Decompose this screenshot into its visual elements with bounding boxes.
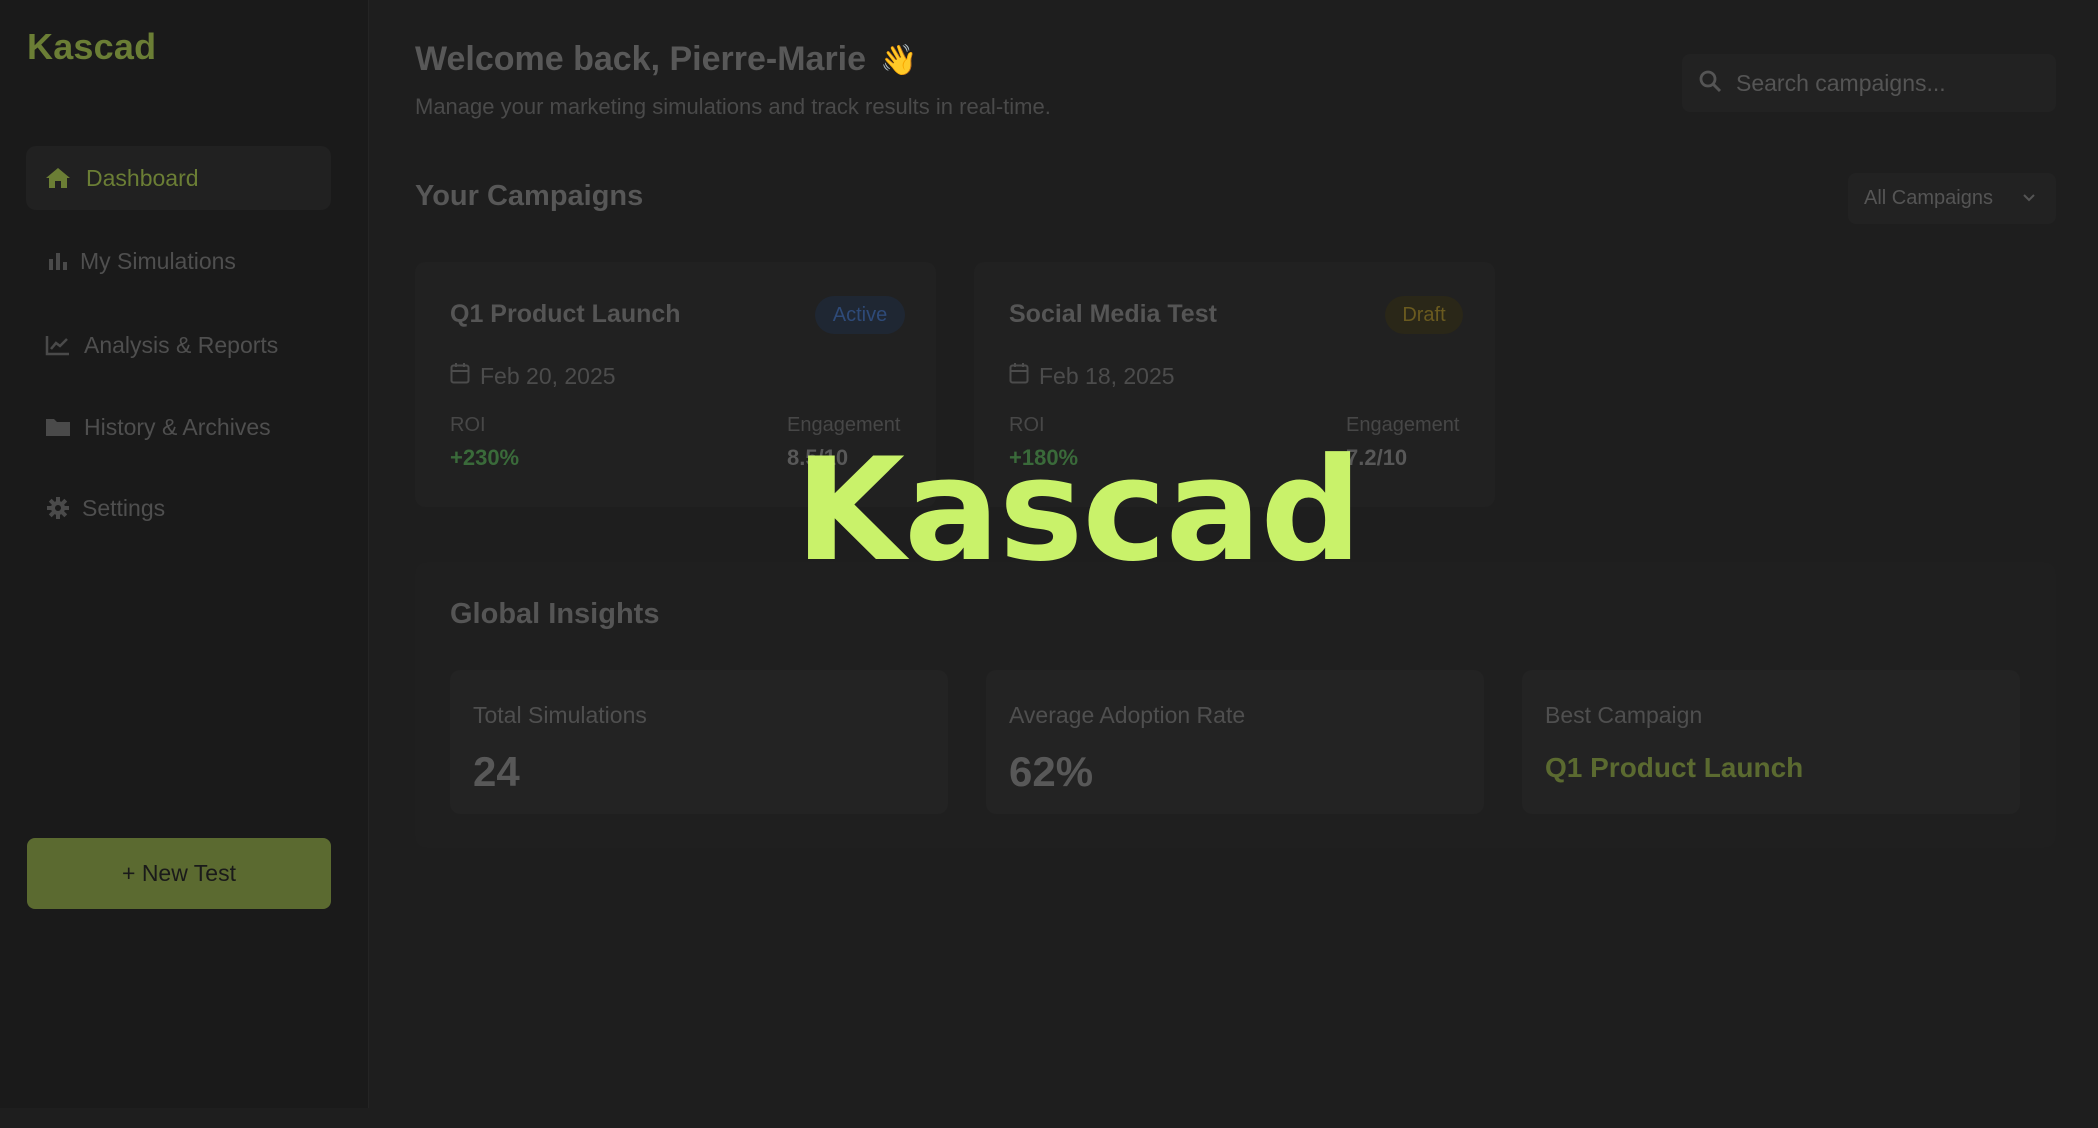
best-campaign-link[interactable]: Q1 Product Launch: [1545, 752, 1803, 784]
sidebar-item-analysis-reports[interactable]: Analysis & Reports: [26, 313, 331, 377]
waving-hand-icon: 👋: [880, 44, 918, 77]
stat-value: 62%: [1009, 748, 1094, 795]
app-root: Kascad Dashboard My Simulations Analysis…: [0, 0, 2098, 1128]
campaign-date-text: Feb 18, 2025: [1039, 362, 1175, 389]
stat-label: Total Simulations: [473, 702, 647, 728]
sidebar-item-label: Dashboard: [86, 164, 199, 191]
gear-icon: [44, 494, 72, 522]
filter-label: All Campaigns: [1864, 187, 1993, 209]
campaign-date: Feb 18, 2025: [1009, 362, 1175, 390]
search-icon: [1698, 69, 1722, 98]
stat-card-best-campaign[interactable]: Best Campaign Q1 Product Launch: [1522, 670, 2020, 814]
campaign-title: Social Media Test: [1009, 300, 1217, 328]
insights-title: Global Insights: [450, 598, 660, 630]
new-test-button[interactable]: + New Test: [27, 838, 331, 909]
welcome-text: Welcome back, Pierre-Marie: [415, 40, 867, 78]
sidebar-item-my-simulations[interactable]: My Simulations: [26, 229, 331, 293]
line-chart-icon: [44, 331, 72, 359]
campaign-title: Q1 Product Launch: [450, 300, 681, 328]
status-badge: Active: [815, 296, 905, 334]
campaign-filter-select[interactable]: All Campaigns: [1848, 173, 2056, 224]
sidebar-item-label: My Simulations: [80, 247, 236, 274]
stat-card-adoption-rate: Average Adoption Rate 62%: [986, 670, 1484, 814]
sidebar-item-settings[interactable]: Settings: [26, 476, 331, 540]
app-logo[interactable]: Kascad: [27, 26, 156, 68]
sidebar: Kascad Dashboard My Simulations Analysis…: [0, 0, 369, 1108]
page-title: Welcome back, Pierre-Marie 👋: [415, 40, 917, 79]
sidebar-item-label: Analysis & Reports: [84, 331, 279, 358]
sidebar-item-label: History & Archives: [84, 413, 271, 440]
calendar-icon: [450, 362, 470, 390]
stat-value: 24: [473, 748, 520, 795]
calendar-icon: [1009, 362, 1029, 390]
global-insights-panel: Global Insights Total Simulations 24 Ave…: [415, 562, 2056, 848]
brand-splash-logo: Kascad: [795, 428, 1362, 593]
stat-label: Best Campaign: [1545, 702, 1703, 728]
engagement-label: Engagement: [1346, 414, 1460, 436]
home-icon: [44, 164, 72, 192]
stat-label: Average Adoption Rate: [1009, 702, 1246, 728]
search-input[interactable]: [1736, 69, 2036, 97]
roi-label: ROI: [450, 414, 486, 436]
chevron-down-icon: [2022, 190, 2036, 208]
sidebar-item-dashboard[interactable]: Dashboard: [26, 146, 331, 210]
campaign-date: Feb 20, 2025: [450, 362, 616, 390]
campaigns-title: Your Campaigns: [415, 180, 644, 212]
page-subtitle: Manage your marketing simulations and tr…: [415, 94, 1051, 119]
sidebar-item-label: Settings: [82, 494, 166, 521]
status-badge: Draft: [1385, 296, 1463, 334]
stat-card-total-simulations: Total Simulations 24: [450, 670, 948, 814]
campaign-date-text: Feb 20, 2025: [480, 362, 616, 389]
roi-value: +230%: [450, 445, 520, 470]
search-box[interactable]: [1682, 54, 2056, 112]
sidebar-item-history-archives[interactable]: History & Archives: [26, 395, 331, 459]
bar-chart-icon: [44, 247, 72, 275]
folder-icon: [44, 413, 72, 441]
